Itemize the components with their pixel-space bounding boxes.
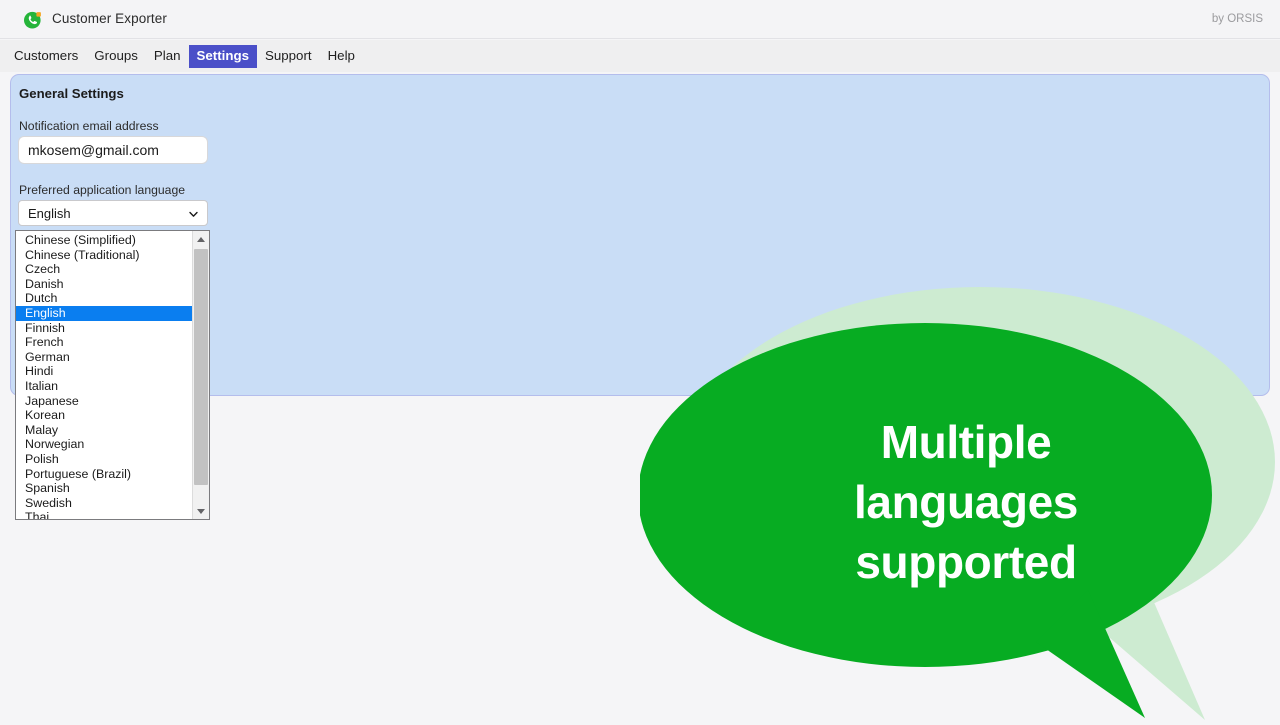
notification-email-label: Notification email address bbox=[19, 119, 159, 133]
language-option[interactable]: Chinese (Traditional) bbox=[16, 248, 192, 263]
nav-item-groups[interactable]: Groups bbox=[86, 45, 146, 68]
app-header: Customer Exporter by ORSIS bbox=[0, 0, 1280, 39]
nav-item-settings[interactable]: Settings bbox=[188, 44, 257, 68]
chevron-down-icon bbox=[188, 208, 199, 219]
language-option[interactable]: Norwegian bbox=[16, 437, 192, 452]
whatsapp-green-phone-icon bbox=[23, 10, 43, 30]
language-option[interactable]: Thai bbox=[16, 510, 192, 519]
language-option[interactable]: Dutch bbox=[16, 291, 192, 306]
promo-line-1: Multiple bbox=[880, 416, 1052, 468]
preferred-language-label: Preferred application language bbox=[19, 183, 186, 197]
language-option[interactable]: Portuguese (Brazil) bbox=[16, 467, 192, 482]
language-option[interactable]: Hindi bbox=[16, 364, 192, 379]
language-option[interactable]: Chinese (Simplified) bbox=[16, 233, 192, 248]
page-title: General Settings bbox=[19, 86, 124, 101]
main-navigation: Customers Groups Plan Settings Support Help bbox=[0, 40, 1280, 72]
promo-callout-text: Multiple languages supported bbox=[760, 412, 1172, 592]
language-options-listbox[interactable]: Chinese (Simplified) Chinese (Traditional… bbox=[15, 230, 210, 520]
app-title: Customer Exporter bbox=[52, 11, 167, 26]
promo-line-3: supported bbox=[855, 536, 1077, 588]
language-option[interactable]: Japanese bbox=[16, 394, 192, 409]
language-option[interactable]: Czech bbox=[16, 262, 192, 277]
preferred-language-selected-value: English bbox=[28, 205, 71, 221]
language-option[interactable]: English bbox=[16, 305, 192, 321]
language-option[interactable]: French bbox=[16, 335, 192, 350]
language-option[interactable]: Swedish bbox=[16, 496, 192, 511]
language-option[interactable]: German bbox=[16, 350, 192, 365]
language-options-list: Chinese (Simplified) Chinese (Traditional… bbox=[16, 231, 192, 519]
listbox-scrollbar[interactable] bbox=[192, 231, 209, 519]
nav-item-plan[interactable]: Plan bbox=[146, 45, 189, 68]
promo-line-2: languages bbox=[854, 476, 1078, 528]
language-option[interactable]: Italian bbox=[16, 379, 192, 394]
nav-item-support[interactable]: Support bbox=[257, 45, 320, 68]
scroll-up-arrow-icon[interactable] bbox=[193, 231, 209, 247]
language-option[interactable]: Danish bbox=[16, 277, 192, 292]
language-option[interactable]: Polish bbox=[16, 452, 192, 467]
nav-item-customers[interactable]: Customers bbox=[6, 45, 86, 68]
preferred-language-select[interactable]: English bbox=[18, 200, 208, 226]
language-option[interactable]: Korean bbox=[16, 408, 192, 423]
language-option[interactable]: Spanish bbox=[16, 481, 192, 496]
language-option[interactable]: Finnish bbox=[16, 321, 192, 336]
scrollbar-thumb[interactable] bbox=[194, 249, 208, 485]
vendor-credit: by ORSIS bbox=[1211, 13, 1263, 25]
scroll-down-arrow-icon[interactable] bbox=[193, 503, 209, 519]
nav-item-help[interactable]: Help bbox=[320, 45, 363, 68]
language-option[interactable]: Malay bbox=[16, 423, 192, 438]
notification-email-input[interactable] bbox=[18, 136, 208, 164]
